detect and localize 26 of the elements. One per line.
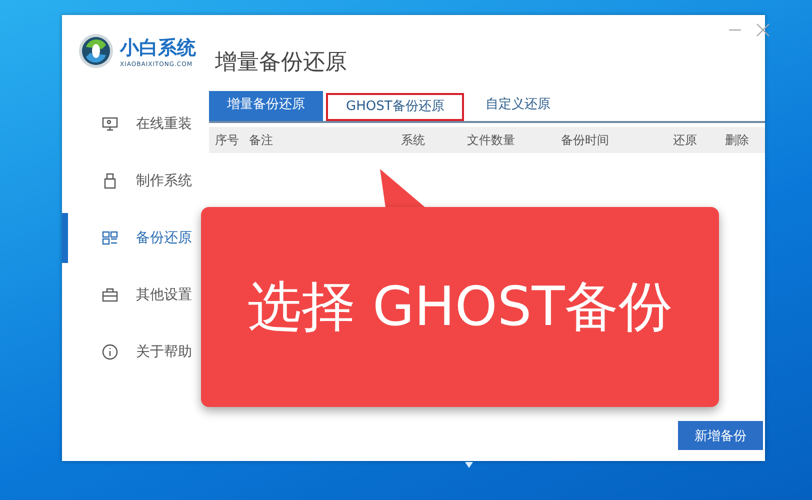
triangle-icon: [465, 462, 473, 468]
tab[interactable]: 自定义还原: [467, 91, 568, 121]
sidebar-item[interactable]: 关于帮助: [62, 327, 196, 377]
grid-icon: [102, 230, 118, 246]
monitor-icon: [102, 116, 118, 132]
column-header: 系统: [400, 132, 426, 148]
column-header: 序号: [215, 132, 240, 148]
logo-name: 小白系统: [120, 36, 196, 60]
logo-icon: [78, 33, 114, 69]
column-header: 备份时间: [561, 132, 610, 148]
tab[interactable]: 增量备份还原: [209, 91, 323, 121]
callout-text: 选择 GHOST备份: [247, 274, 673, 340]
column-header: 还原: [673, 132, 698, 148]
page-title: 增量备份还原: [215, 49, 348, 77]
info-icon: [102, 344, 118, 360]
sidebar-item[interactable]: 在线重装: [62, 99, 196, 149]
sidebar-item[interactable]: 其他设置: [62, 270, 196, 320]
column-header: 删除: [725, 132, 750, 148]
tab[interactable]: GHOST备份还原: [326, 93, 464, 121]
briefcase-icon: [102, 287, 118, 303]
column-header: 备注: [249, 132, 274, 148]
sidebar-item[interactable]: 制作系统: [62, 156, 196, 206]
column-header: 文件数量: [467, 132, 516, 148]
close-button[interactable]: [756, 23, 770, 37]
new-backup-button[interactable]: 新增备份: [678, 421, 763, 450]
usb-drive-icon: [102, 173, 118, 189]
